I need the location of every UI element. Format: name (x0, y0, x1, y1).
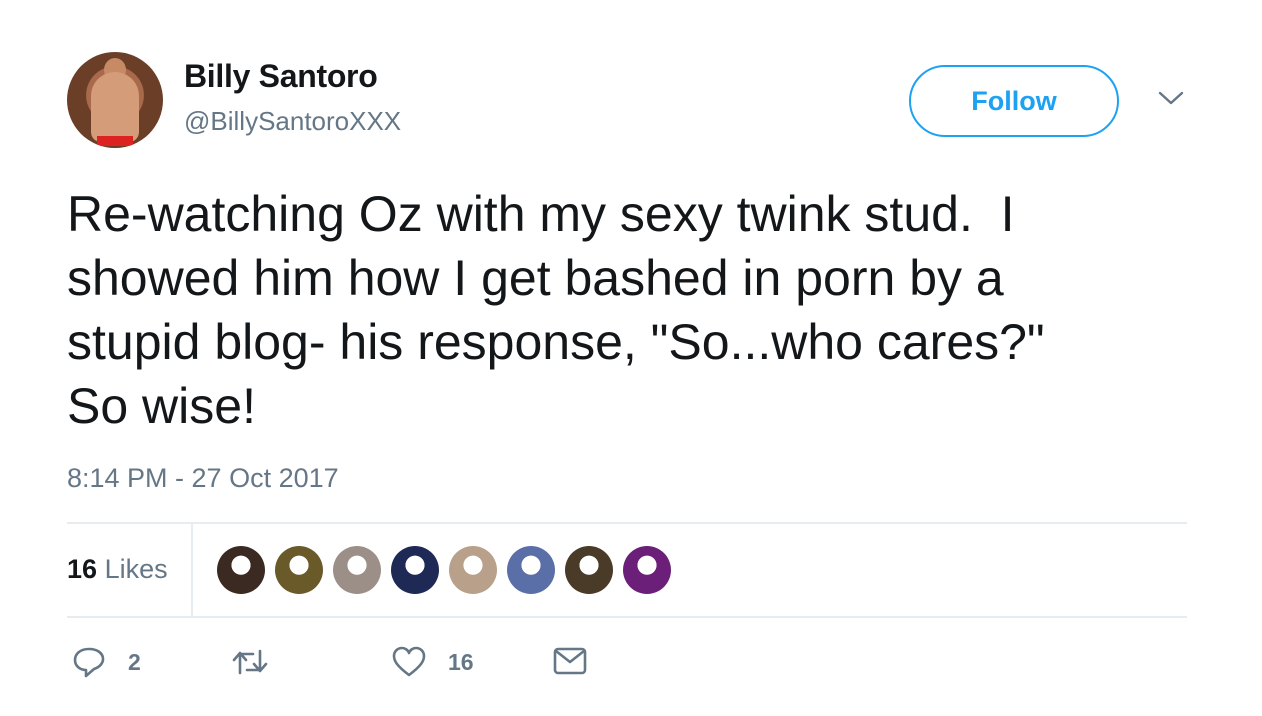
tweet-text: Re-watching Oz with my sexy twink stud. … (67, 186, 1045, 434)
retweet-icon (232, 649, 268, 675)
avatar-band (97, 136, 133, 146)
liker-avatar-3[interactable] (333, 546, 381, 594)
like-count: 16 (448, 648, 474, 675)
likes-count: 16 (67, 554, 98, 584)
tweet-timestamp[interactable]: 8:14 PM - 27 Oct 2017 (67, 463, 339, 494)
liker-avatars (217, 546, 671, 594)
divider-bottom (67, 616, 1187, 618)
reply-icon (73, 647, 105, 678)
liker-avatar-1[interactable] (217, 546, 265, 594)
reply-count: 2 (128, 648, 141, 675)
author-handle[interactable]: @BillySantoroXXX (184, 106, 401, 137)
liker-avatar-8[interactable] (623, 546, 671, 594)
like-action[interactable]: 16 (392, 646, 474, 678)
author-name[interactable]: Billy Santoro (184, 58, 378, 95)
chevron-down-icon[interactable] (1158, 88, 1184, 108)
heart-icon (392, 646, 426, 677)
liker-avatar-2[interactable] (275, 546, 323, 594)
liker-avatar-7[interactable] (565, 546, 613, 594)
avatar-torso (91, 72, 139, 142)
liker-avatar-5[interactable] (449, 546, 497, 594)
likes-stat[interactable]: 16 Likes (67, 554, 168, 585)
retweet-action[interactable] (231, 646, 291, 678)
author-avatar[interactable] (67, 52, 163, 148)
reply-action[interactable]: 2 (72, 646, 141, 678)
likes-label: Likes (104, 554, 168, 584)
liker-avatar-6[interactable] (507, 546, 555, 594)
liker-avatar-4[interactable] (391, 546, 439, 594)
divider-top (67, 522, 1187, 524)
envelope-icon (553, 647, 587, 675)
message-action[interactable] (553, 646, 587, 676)
divider-vertical (191, 524, 193, 616)
follow-button[interactable]: Follow (909, 65, 1119, 137)
